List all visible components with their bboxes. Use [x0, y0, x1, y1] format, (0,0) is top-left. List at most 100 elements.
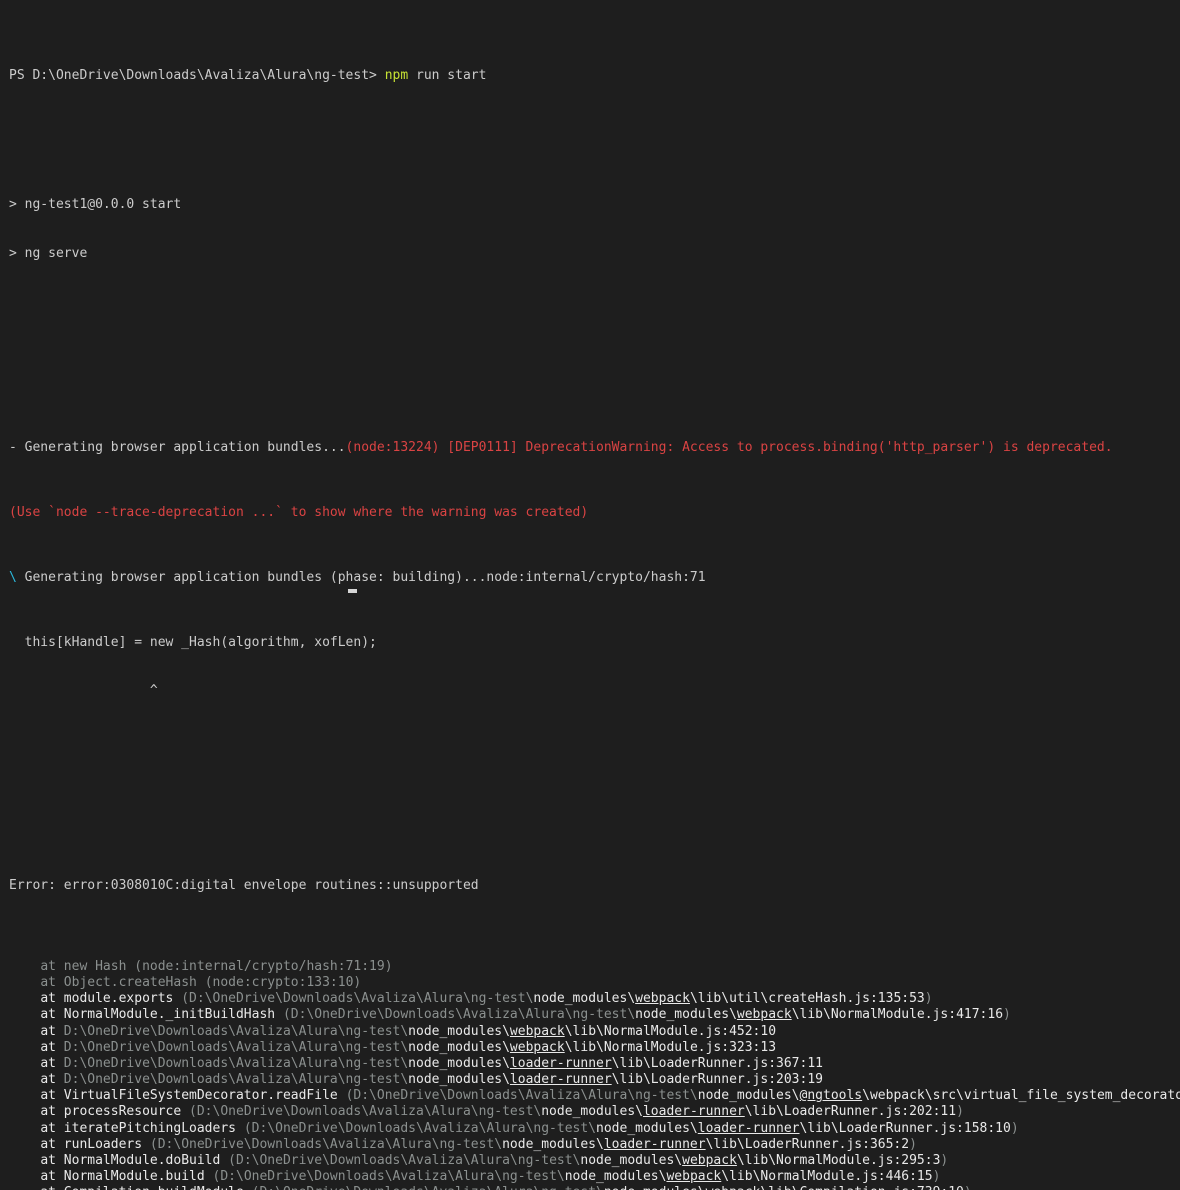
- stack-paren-open: (: [228, 1153, 236, 1169]
- stack-at-keyword: at: [40, 1169, 64, 1185]
- stack-indent: [9, 1056, 40, 1071]
- stack-file-location: \lib\NormalModule.js:446:15: [721, 1169, 933, 1185]
- stack-frame: at D:\OneDrive\Downloads\Avaliza\Alura\n…: [9, 1056, 1180, 1072]
- stack-function-name: runLoaders: [63, 1136, 150, 1152]
- stack-file-location: \lib\LoaderRunner.js:367:11: [611, 1055, 823, 1071]
- stack-file-path: node:internal/crypto/hash:71:19: [142, 958, 385, 974]
- stack-paren-close: ): [964, 1185, 972, 1190]
- stack-node-modules-segment: node_modules\: [502, 1136, 604, 1152]
- stack-paren-close: ): [940, 1153, 949, 1169]
- terminal-window[interactable]: PS D:\OneDrive\Downloads\Avaliza\Alura\n…: [0, 0, 1180, 1190]
- prompt-prefix: PS: [9, 67, 33, 83]
- stack-node-modules-segment: node_modules\: [596, 1120, 698, 1136]
- stack-file-path: D:\OneDrive\Downloads\Avaliza\Alura\ng-t…: [290, 1007, 636, 1023]
- stack-indent: [9, 959, 40, 974]
- ng-serve-line: > ng serve: [9, 246, 88, 261]
- stack-paren-open: (: [212, 1169, 221, 1185]
- stack-file-location: \lib\NormalModule.js:417:16: [791, 1007, 1004, 1023]
- stack-package-link[interactable]: @ngtools: [800, 1088, 863, 1103]
- stack-paren-close: ): [384, 958, 393, 974]
- stack-package-link[interactable]: webpack: [682, 1153, 737, 1168]
- stack-package-link[interactable]: loader-runner: [698, 1121, 800, 1136]
- stack-package-link[interactable]: webpack: [706, 1185, 761, 1190]
- stack-paren-close: ): [1003, 1007, 1011, 1023]
- stack-indent: [9, 1040, 40, 1055]
- stack-indent: [9, 1024, 40, 1039]
- stack-paren-open: (: [243, 1120, 252, 1136]
- stack-package-link[interactable]: webpack: [737, 1007, 792, 1022]
- stack-node-modules-segment: node_modules\: [408, 1023, 510, 1039]
- deprecation-warning-text: (node:13224) [DEP0111] DeprecationWarnin…: [345, 440, 1113, 456]
- stack-frame: at D:\OneDrive\Downloads\Avaliza\Alura\n…: [9, 1024, 1180, 1040]
- stack-frame: at processResource (D:\OneDrive\Download…: [9, 1104, 1180, 1120]
- stack-file-path: D:\OneDrive\Downloads\Avaliza\Alura\ng-t…: [196, 1104, 542, 1120]
- stack-file-path: D:\OneDrive\Downloads\Avaliza\Alura\ng-t…: [220, 1169, 565, 1185]
- stack-indent: [9, 1007, 40, 1022]
- stack-file-path: D:\OneDrive\Downloads\Avaliza\Alura\ng-t…: [353, 1088, 698, 1104]
- stack-at-keyword: at: [40, 991, 64, 1007]
- stack-file-location: \lib\LoaderRunner.js:158:10: [799, 1120, 1011, 1136]
- stack-paren-open: (: [345, 1088, 354, 1104]
- stack-function-name: VirtualFileSystemDecorator.readFile: [63, 1088, 346, 1104]
- stack-node-modules-segment: node_modules\: [635, 1007, 737, 1023]
- stack-node-modules-segment: node_modules\: [580, 1153, 683, 1169]
- stack-at-keyword: at: [40, 1185, 63, 1190]
- stack-file-path: D:\OneDrive\Downloads\Avaliza\Alura\ng-t…: [63, 1072, 409, 1088]
- stack-file-path: D:\OneDrive\Downloads\Avaliza\Alura\ng-t…: [63, 1039, 409, 1055]
- stack-paren-open: (: [181, 991, 190, 1007]
- prompt-line: PS D:\OneDrive\Downloads\Avaliza\Alura\n…: [9, 68, 1180, 84]
- stack-frame: at NormalModule._initBuildHash (D:\OneDr…: [9, 1007, 1180, 1023]
- stack-file-location: \lib\Compilation.js:739:10: [760, 1185, 964, 1190]
- stack-node-modules-segment: node_modules\: [541, 1104, 643, 1120]
- source-code-line: this[kHandle] = new _Hash(algorithm, xof…: [9, 634, 377, 650]
- stack-at-keyword: at: [40, 1072, 64, 1088]
- stack-file-location: \lib\NormalModule.js:323:13: [564, 1039, 777, 1055]
- stack-file-location: \lib\LoaderRunner.js:203:19: [611, 1072, 823, 1088]
- stack-paren-open: (: [252, 1185, 260, 1190]
- stack-file-path: D:\OneDrive\Downloads\Avaliza\Alura\ng-t…: [251, 1120, 597, 1136]
- stack-paren-open: (: [189, 1104, 197, 1120]
- stack-package-link[interactable]: loader-runner: [604, 1137, 706, 1152]
- stack-at-keyword: at: [40, 1039, 64, 1055]
- stack-frame: at NormalModule.build (D:\OneDrive\Downl…: [9, 1169, 1180, 1185]
- stack-function-name: Compilation.buildModule: [64, 1185, 252, 1190]
- stack-package-link[interactable]: webpack: [510, 1024, 565, 1039]
- stack-package-link[interactable]: webpack: [635, 991, 690, 1006]
- stack-at-keyword: at: [40, 974, 64, 990]
- stack-indent: [9, 975, 40, 990]
- stack-package-link[interactable]: loader-runner: [510, 1072, 612, 1087]
- stack-frame: at NormalModule.doBuild (D:\OneDrive\Dow…: [9, 1153, 1180, 1169]
- generating-phase-line: \ Generating browser application bundles…: [9, 570, 1180, 586]
- generating-prefix: - Generating browser application bundles…: [9, 440, 346, 456]
- stack-node-modules-segment: node_modules\: [697, 1088, 800, 1104]
- stack-paren-open: (: [204, 974, 213, 990]
- stack-node-modules-segment: node_modules\: [408, 1039, 510, 1055]
- stack-paren-open: (: [282, 1007, 291, 1023]
- stack-at-keyword: at: [40, 958, 64, 974]
- stack-function-name: NormalModule._initBuildHash: [63, 1007, 283, 1023]
- stack-frame: at D:\OneDrive\Downloads\Avaliza\Alura\n…: [9, 1040, 1180, 1056]
- stack-frame: at Compilation.buildModule (D:\OneDrive\…: [9, 1185, 1180, 1190]
- stack-file-path: D:\OneDrive\Downloads\Avaliza\Alura\ng-t…: [189, 991, 534, 1007]
- stack-file-location: \lib\LoaderRunner.js:202:11: [744, 1104, 957, 1120]
- stack-function-name: new Hash: [63, 958, 135, 974]
- prompt-symbol: >: [369, 67, 385, 83]
- stack-package-link[interactable]: webpack: [666, 1169, 721, 1184]
- stack-frame: at new Hash (node:internal/crypto/hash:7…: [9, 959, 1180, 975]
- text-cursor: [348, 589, 357, 593]
- stack-package-link[interactable]: webpack: [510, 1040, 565, 1055]
- command-program: npm: [384, 67, 409, 83]
- stack-file-path: D:\OneDrive\Downloads\Avaliza\Alura\ng-t…: [63, 1055, 409, 1071]
- caret-marker-line: ^: [9, 683, 158, 699]
- stack-package-link[interactable]: loader-runner: [510, 1056, 612, 1071]
- generating-phase-text: Generating browser application bundles (…: [16, 569, 706, 585]
- stack-frame: at iteratePitchingLoaders (D:\OneDrive\D…: [9, 1121, 1180, 1137]
- stack-indent: [9, 1104, 40, 1119]
- stack-file-location: \lib\NormalModule.js:295:3: [736, 1153, 941, 1169]
- stack-paren-close: ): [909, 1136, 917, 1152]
- stack-package-link[interactable]: loader-runner: [643, 1104, 745, 1119]
- prompt-cwd: D:\OneDrive\Downloads\Avaliza\Alura\ng-t…: [32, 67, 370, 83]
